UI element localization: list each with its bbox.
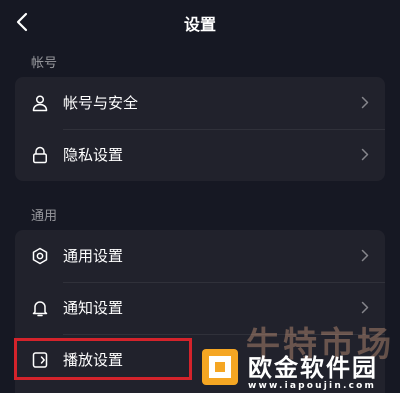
settings-item-label: 播放设置 (63, 351, 124, 369)
chevron-right-icon (361, 148, 369, 161)
settings-item-general[interactable]: 通用设置 (15, 230, 385, 282)
lock-icon (33, 146, 47, 164)
settings-item-account-security[interactable]: 帐号与安全 (15, 77, 385, 129)
settings-item-label: 通知设置 (63, 299, 124, 317)
chevron-right-icon (361, 249, 369, 262)
header: 设置 (0, 0, 400, 44)
bell-icon (32, 301, 48, 317)
section-title-account: 帐号 (31, 56, 58, 71)
account-card: 帐号与安全 隐私设置 (15, 77, 385, 181)
user-icon (32, 95, 48, 112)
play-settings-icon (32, 352, 48, 368)
gear-icon (32, 247, 48, 265)
settings-item-playback[interactable]: 播放设置 (15, 334, 385, 386)
settings-item-label: 隐私设置 (63, 146, 124, 164)
section-title-general: 通用 (31, 209, 58, 224)
chevron-right-icon (361, 301, 369, 314)
general-card: 通用设置 通知设置 播放设置 (15, 230, 385, 393)
chevron-right-icon (361, 96, 369, 109)
settings-item-privacy[interactable]: 隐私设置 (15, 129, 385, 181)
settings-item-notifications[interactable]: 通知设置 (15, 282, 385, 334)
settings-item-label: 帐号与安全 (63, 94, 139, 112)
page-title: 设置 (183, 15, 216, 34)
settings-item-label: 通用设置 (63, 247, 124, 265)
